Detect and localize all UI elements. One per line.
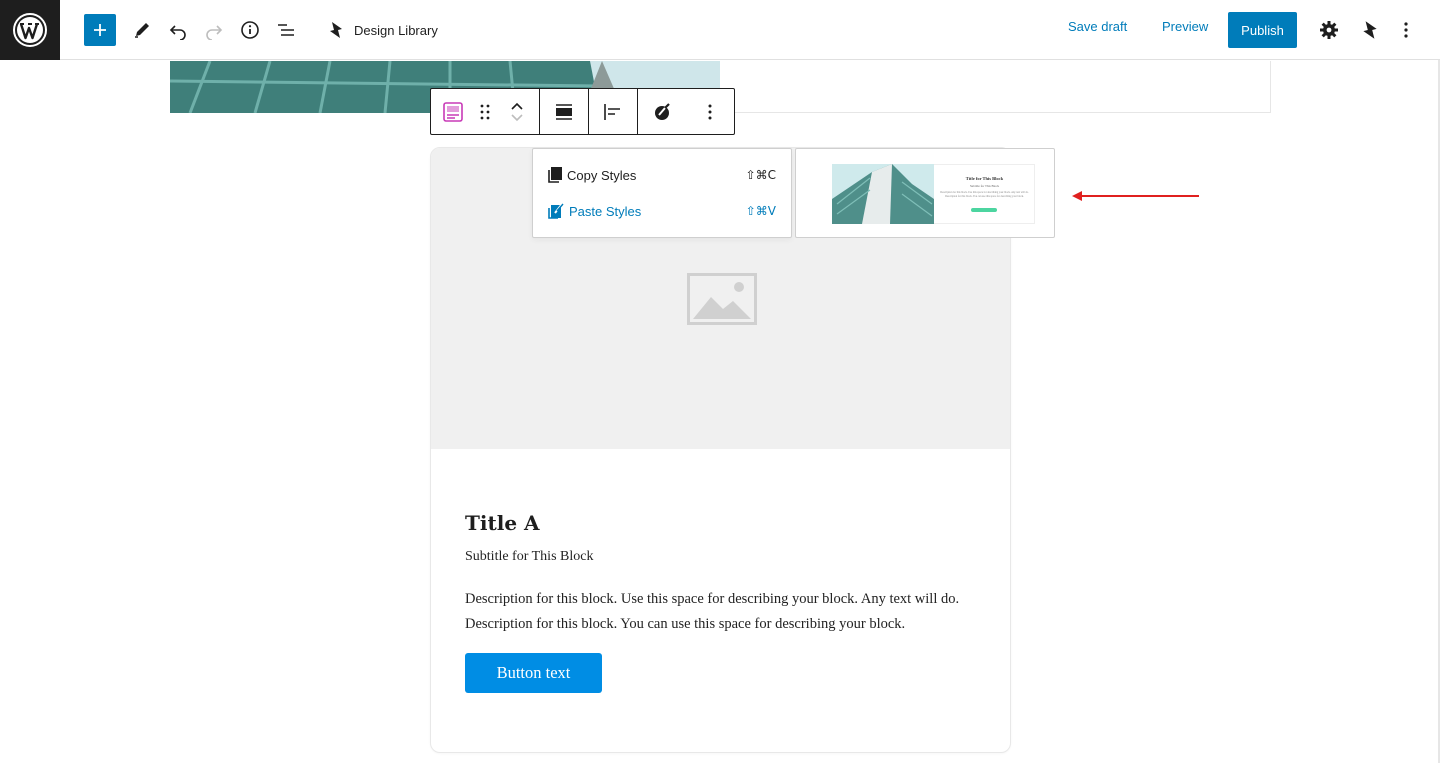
annotation-arrow-head: [1072, 191, 1082, 201]
paste-icon: [548, 203, 564, 219]
design-library-label: Design Library: [354, 22, 438, 38]
add-block-button[interactable]: [84, 14, 116, 46]
more-vertical-icon: [708, 104, 712, 119]
previous-block-content: [720, 61, 1271, 113]
info-icon: [241, 21, 259, 39]
stackable-settings-button[interactable]: [1354, 14, 1386, 46]
style-copy-paste-button[interactable]: [646, 89, 678, 134]
gear-icon: [1320, 21, 1338, 39]
undo-icon: [169, 25, 186, 40]
block-toolbar-group-more: [638, 89, 734, 134]
move-up-icon[interactable]: [510, 100, 524, 112]
list-view-icon: [278, 24, 294, 36]
wordpress-logo-button[interactable]: [0, 0, 60, 60]
block-toolbar: [430, 88, 735, 135]
text-align-button[interactable]: [597, 89, 629, 134]
block-toolbar-group-main: [431, 89, 540, 134]
more-vertical-icon: [1404, 22, 1408, 38]
block-options-button[interactable]: [694, 89, 726, 134]
block-type-button[interactable]: [437, 89, 469, 134]
wordpress-logo-icon: [13, 13, 47, 47]
copy-paste-styles-menu: [532, 148, 792, 238]
drag-handle-button[interactable]: [469, 89, 501, 134]
card-title[interactable]: Title A: [465, 511, 540, 535]
stackable-logo-icon: [330, 22, 342, 38]
preview-button: [971, 208, 997, 212]
preview-title: Title for This Block: [965, 176, 1004, 181]
paste-styles-label: Paste Styles: [569, 203, 642, 219]
paint-brush-icon: [655, 102, 670, 120]
undo-button[interactable]: [162, 14, 194, 46]
design-library-button[interactable]: Design Library: [326, 18, 438, 42]
copy-styles-menu-item[interactable]: Copy Styles ⇧⌘C: [548, 165, 776, 185]
paste-styles-menu-item[interactable]: Paste Styles ⇧⌘V: [548, 201, 776, 221]
options-button[interactable]: [1390, 14, 1422, 46]
stackable-logo-icon: [1363, 21, 1377, 39]
image-placeholder-icon: [686, 272, 757, 325]
copy-icon: [548, 167, 562, 183]
settings-button[interactable]: [1313, 14, 1345, 46]
preview-image: [832, 164, 934, 224]
save-draft-button[interactable]: Save draft: [1068, 19, 1127, 34]
preview-description: Description for this block. Use this spa…: [940, 191, 1029, 198]
pencil-icon: [135, 23, 149, 38]
redo-icon: [206, 25, 223, 40]
preview-text-area: Title for This Block Subtitle for This B…: [934, 164, 1035, 224]
block-toolbar-group-text-align: [589, 89, 638, 134]
block-toolbar-group-align: [540, 89, 589, 134]
publish-button[interactable]: Publish: [1228, 12, 1297, 48]
card-block-icon: [443, 101, 463, 122]
preview-button[interactable]: Preview: [1162, 19, 1208, 34]
block-align-button[interactable]: [548, 89, 580, 134]
redo-button[interactable]: [198, 14, 230, 46]
card-subtitle[interactable]: Subtitle for This Block: [465, 549, 593, 565]
list-view-button[interactable]: [270, 14, 302, 46]
align-left-icon: [604, 103, 620, 120]
tools-button[interactable]: [126, 14, 158, 46]
move-down-icon[interactable]: [510, 112, 524, 124]
card-button[interactable]: Button text: [465, 653, 602, 693]
details-button[interactable]: [234, 14, 266, 46]
paste-styles-shortcut: ⇧⌘V: [745, 204, 776, 218]
move-buttons: [501, 89, 533, 134]
editor-top-bar: Design Library Save draft Preview Publis…: [0, 0, 1440, 60]
card-description[interactable]: Description for this block. Use this spa…: [465, 587, 985, 637]
copy-styles-shortcut: ⇧⌘C: [745, 168, 776, 182]
copy-styles-label: Copy Styles: [567, 167, 637, 183]
annotation-arrow-line: [1079, 195, 1199, 197]
align-full-icon: [556, 103, 572, 120]
style-preview-panel: Title for This Block Subtitle for This B…: [795, 148, 1055, 238]
drag-handle-icon: [480, 104, 490, 119]
plus-icon: [94, 24, 106, 36]
preview-subtitle: Subtitle for This Block: [969, 184, 1000, 188]
